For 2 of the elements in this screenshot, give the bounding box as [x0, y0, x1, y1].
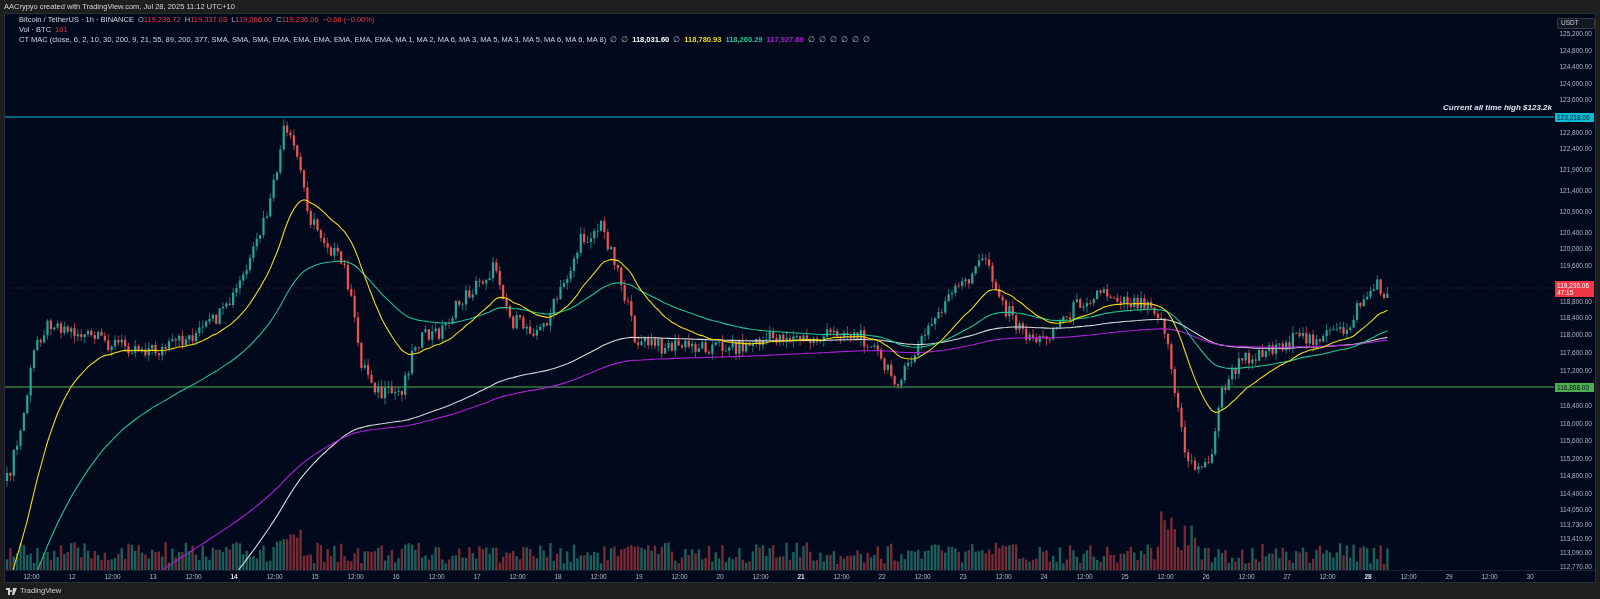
annotation-text: Current all time high $123.2k	[1443, 102, 1552, 114]
brand-logo-icon	[6, 587, 17, 595]
